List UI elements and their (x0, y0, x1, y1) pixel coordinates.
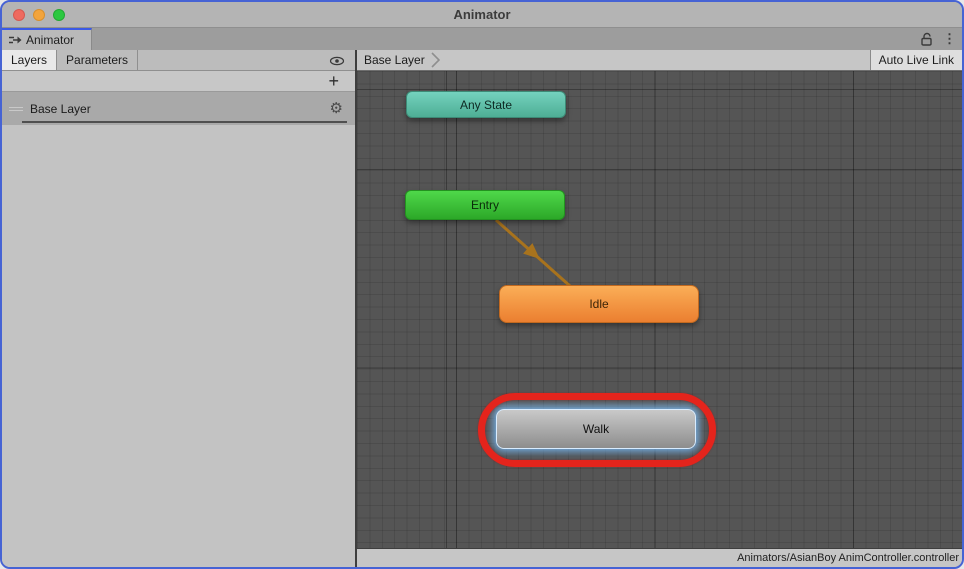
minimize-button[interactable] (33, 9, 45, 21)
chevron-right-icon (431, 52, 440, 68)
kebab-menu-icon[interactable]: ⋮ (943, 31, 956, 47)
window-title: Animator (2, 7, 962, 22)
close-button[interactable] (13, 9, 25, 21)
state-node-label: Any State (460, 98, 512, 112)
breadcrumb[interactable]: Base Layer (357, 50, 440, 70)
animator-icon (8, 34, 22, 46)
zoom-button[interactable] (53, 9, 65, 21)
state-node-entry[interactable]: Entry (405, 190, 565, 220)
state-node-label: Entry (471, 198, 499, 212)
graph-column: Base Layer Auto Live Link Any State (357, 50, 962, 567)
eye-icon[interactable] (329, 55, 345, 67)
state-node-label: Idle (589, 297, 608, 311)
layer-list-empty-area (2, 125, 355, 567)
state-node-idle[interactable]: Idle (499, 285, 699, 323)
tab-animator[interactable]: Animator (2, 28, 92, 50)
auto-live-link-button[interactable]: Auto Live Link (870, 50, 962, 70)
controller-path: Animators/AsianBoy AnimController.contro… (737, 552, 959, 564)
layers-parameters-tabbar: Layers Parameters (2, 50, 355, 71)
layer-item-base-layer[interactable]: Base Layer ⚙ (2, 92, 355, 125)
tab-strip: Animator ⋮ (2, 28, 962, 50)
add-layer-button[interactable]: + (328, 73, 339, 89)
drag-handle-icon[interactable] (9, 105, 23, 113)
breadcrumb-base-layer[interactable]: Base Layer (364, 53, 425, 67)
traffic-lights (2, 9, 65, 21)
state-node-label: Walk (583, 422, 609, 436)
main-area: Layers Parameters + Base Layer ⚙ (2, 50, 962, 567)
tab-animator-label: Animator (26, 33, 74, 47)
layer-weight-bar (22, 121, 347, 123)
graph-toolbar: Base Layer Auto Live Link (357, 50, 962, 71)
tab-parameters[interactable]: Parameters (57, 50, 138, 70)
state-node-any-state[interactable]: Any State (406, 91, 566, 118)
layer-name: Base Layer (30, 102, 91, 116)
status-bar: Animators/AsianBoy AnimController.contro… (357, 548, 962, 567)
titlebar: Animator (2, 2, 962, 28)
gear-icon[interactable]: ⚙ (330, 99, 343, 117)
animator-window: Animator Animator ⋮ Layers Parameters (0, 0, 964, 569)
lock-icon[interactable] (920, 32, 933, 46)
tab-layers[interactable]: Layers (2, 50, 57, 70)
state-machine-canvas[interactable]: Any State Entry Idle Walk (357, 71, 962, 548)
layer-list-header: + (2, 71, 355, 92)
layers-panel: Layers Parameters + Base Layer ⚙ (2, 50, 357, 567)
state-node-walk[interactable]: Walk (496, 409, 696, 449)
